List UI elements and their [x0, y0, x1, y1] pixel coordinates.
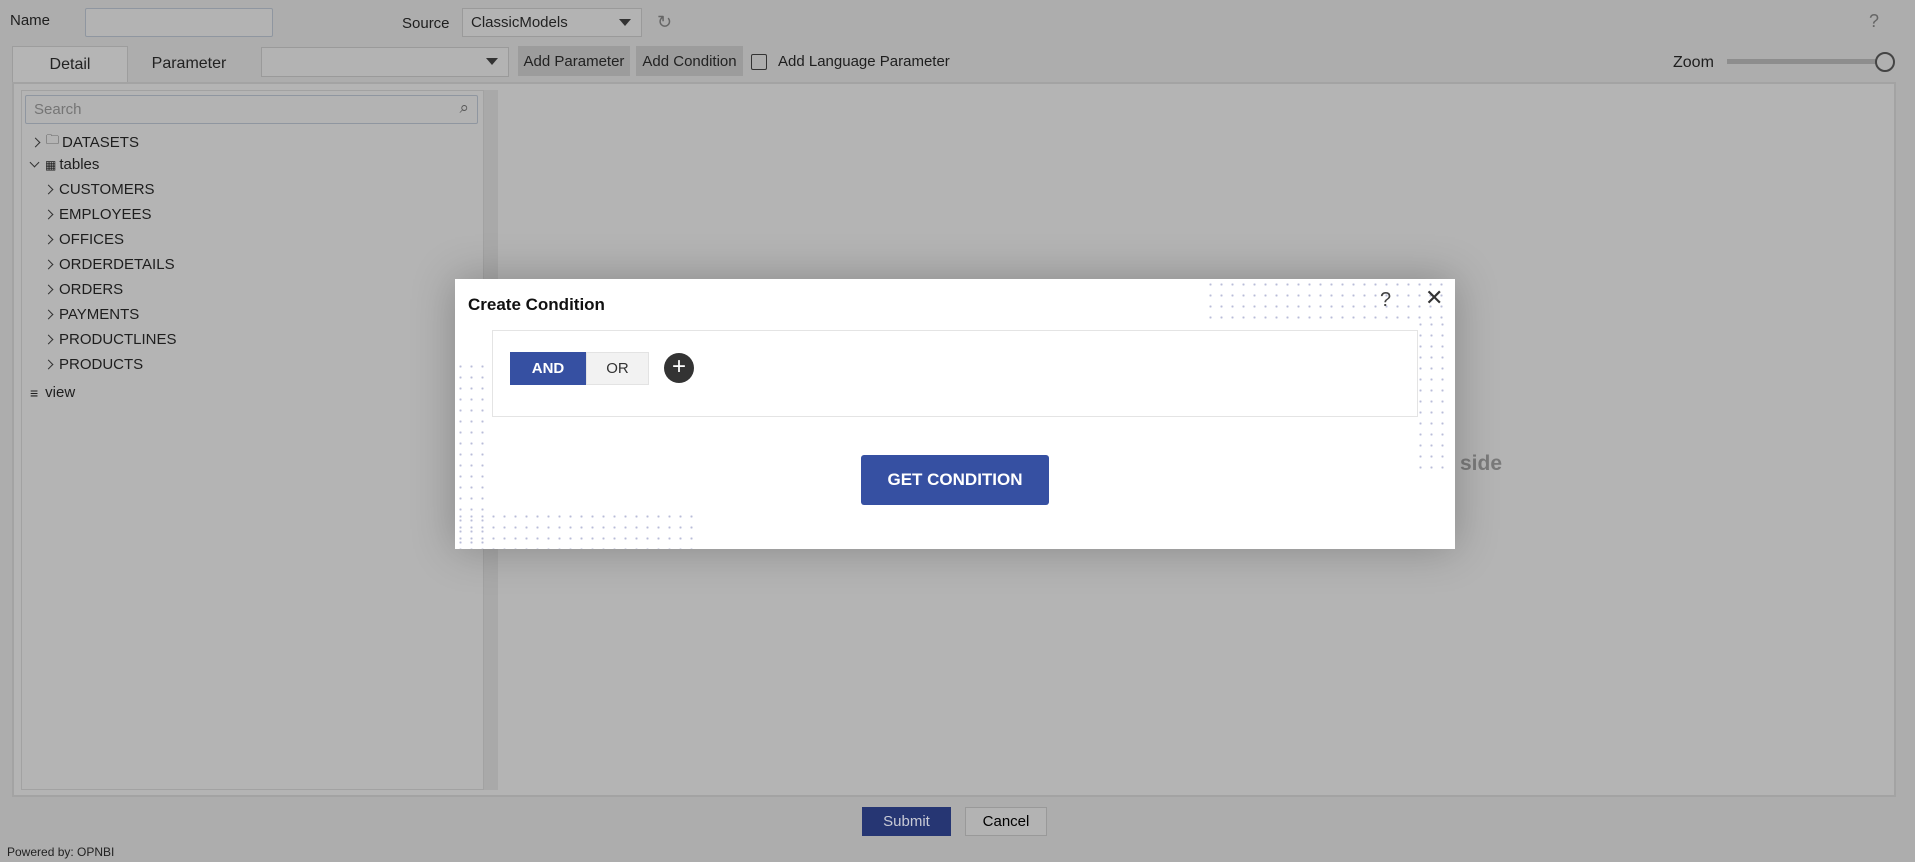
dots-decoration: [1205, 279, 1450, 323]
tab-detail[interactable]: Detail: [12, 46, 128, 82]
tree-tables[interactable]: ▦ tables: [29, 156, 100, 173]
help-icon[interactable]: ?: [1869, 11, 1879, 32]
chevron-right-icon: [43, 284, 54, 295]
tab-parameter[interactable]: Parameter: [128, 46, 250, 82]
zoom-slider-handle[interactable]: [1875, 52, 1895, 72]
search-field[interactable]: ⌕: [25, 95, 478, 124]
chevron-right-icon: [43, 359, 54, 370]
name-label: Name: [10, 12, 51, 29]
zoom-slider-track[interactable]: [1727, 59, 1885, 64]
tree-table-item[interactable]: CUSTOMERS: [43, 181, 155, 198]
tree-label: CUSTOMERS: [59, 181, 155, 198]
tree-label: ORDERDETAILS: [59, 256, 175, 273]
tab-detail-label: Detail: [49, 55, 91, 73]
chevron-right-icon: [43, 309, 54, 320]
add-condition-button[interactable]: Add Condition: [636, 46, 743, 76]
search-icon[interactable]: ⌕: [459, 98, 469, 118]
tree-label: PAYMENTS: [59, 306, 140, 323]
tree-label: ORDERS: [59, 281, 124, 298]
add-rule-plus-icon[interactable]: +: [664, 353, 694, 383]
modal-help-icon[interactable]: ?: [1380, 289, 1391, 312]
dots-decoration: [455, 511, 700, 549]
powered-by: Powered by: OPNBI: [7, 845, 115, 859]
tree-table-item[interactable]: EMPLOYEES: [43, 206, 152, 223]
language-checkbox[interactable]: [751, 54, 767, 70]
zoom-label: Zoom: [1673, 54, 1714, 71]
cancel-button[interactable]: Cancel: [965, 807, 1047, 836]
table-icon: ▦: [45, 157, 57, 172]
and-button[interactable]: AND: [510, 352, 586, 385]
canvas-hint-text: side: [1460, 452, 1503, 475]
create-condition-modal: Create Condition ? ✕ AND OR + GET CONDIT…: [455, 279, 1455, 549]
close-icon[interactable]: ✕: [1425, 285, 1443, 311]
or-button[interactable]: OR: [586, 352, 649, 385]
folder-icon: 🗀: [46, 132, 60, 147]
chevron-down-icon: [29, 157, 40, 168]
condition-group: AND OR +: [492, 330, 1418, 417]
tree-table-item[interactable]: PRODUCTLINES: [43, 331, 177, 348]
chevron-right-icon: [43, 209, 54, 220]
source-value: ClassicModels: [471, 14, 568, 31]
name-input[interactable]: [85, 8, 273, 37]
caret-down-icon: [619, 19, 631, 26]
tree-table-item[interactable]: ORDERS: [43, 281, 124, 298]
tab-parameter-label: Parameter: [151, 55, 227, 72]
tree-label: tables: [59, 156, 100, 173]
tree-label: view: [45, 384, 76, 401]
chevron-right-icon: [30, 137, 41, 147]
dots-decoration: [1415, 319, 1450, 469]
tree-table-item[interactable]: ORDERDETAILS: [43, 256, 175, 273]
tree-table-item[interactable]: OFFICES: [43, 231, 125, 248]
tree-view[interactable]: ≡ view: [30, 384, 75, 401]
submit-button[interactable]: Submit: [862, 807, 951, 836]
tree-datasets[interactable]: 🗀 DATASETS: [30, 131, 139, 153]
source-label: Source: [402, 15, 450, 32]
tree-label: EMPLOYEES: [59, 206, 152, 223]
tree-label: OFFICES: [59, 231, 125, 248]
tree-table-item[interactable]: PAYMENTS: [43, 306, 140, 323]
refresh-icon[interactable]: ↻: [657, 12, 672, 33]
language-checkbox-label: Add Language Parameter: [778, 53, 950, 70]
database-icon: ≡: [30, 384, 39, 401]
tree-label: DATASETS: [62, 133, 139, 151]
caret-down-icon: [486, 58, 498, 65]
modal-title: Create Condition: [468, 295, 605, 314]
add-parameter-button[interactable]: Add Parameter: [518, 46, 630, 76]
chevron-right-icon: [43, 334, 54, 345]
get-condition-button[interactable]: GET CONDITION: [861, 455, 1049, 505]
chevron-right-icon: [43, 259, 54, 270]
source-select[interactable]: ClassicModels: [462, 8, 642, 37]
parameter-select[interactable]: [261, 47, 509, 77]
chevron-right-icon: [43, 234, 54, 245]
search-input[interactable]: [26, 96, 426, 123]
chevron-right-icon: [43, 184, 54, 195]
tree-table-item[interactable]: PRODUCTS: [43, 356, 144, 373]
tree-label: PRODUCTS: [59, 356, 144, 373]
tree-label: PRODUCTLINES: [59, 331, 177, 348]
